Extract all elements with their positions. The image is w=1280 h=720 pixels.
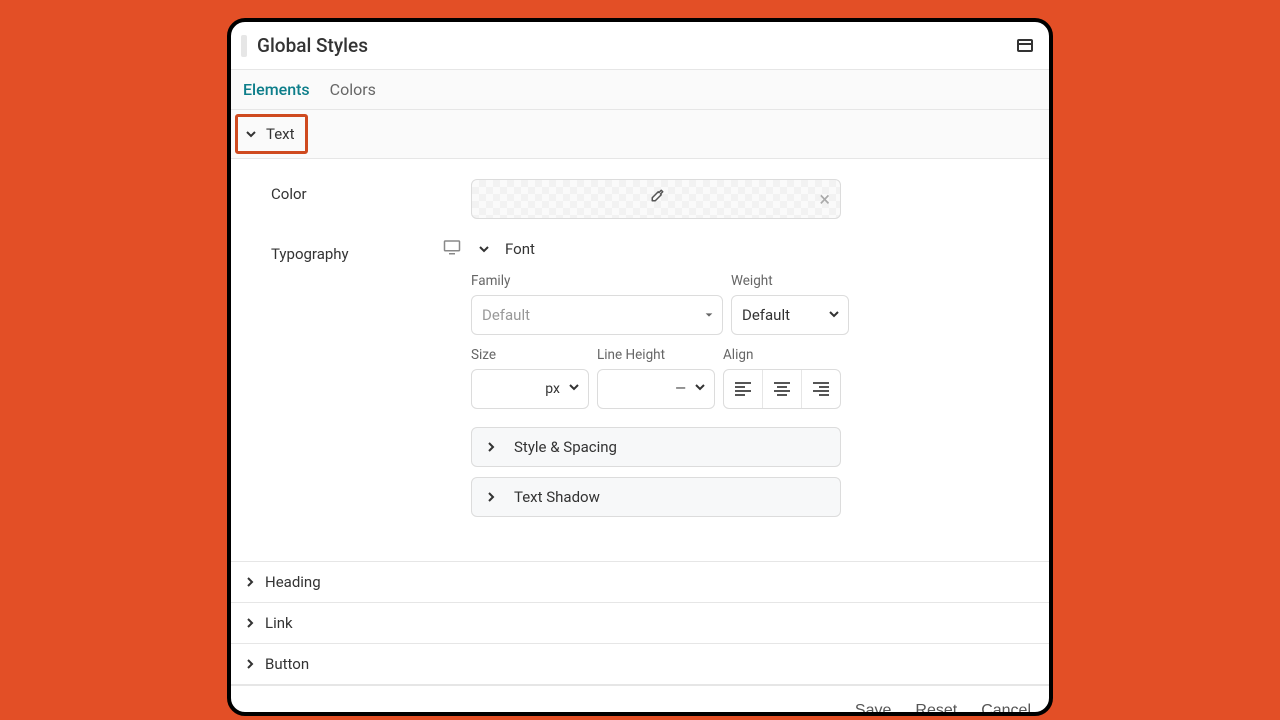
desktop-icon[interactable]	[443, 239, 461, 259]
chevron-down-icon	[828, 306, 840, 324]
save-button[interactable]: Save	[855, 702, 891, 716]
align-center-button[interactable]	[763, 370, 802, 408]
color-label: Color	[271, 179, 471, 219]
text-shadow-label: Text Shadow	[514, 488, 600, 506]
chevron-down-icon	[244, 127, 258, 141]
align-label: Align	[723, 347, 841, 363]
align-left-button[interactable]	[724, 370, 763, 408]
weight-select[interactable]: Default	[731, 295, 849, 335]
chevron-down-icon	[477, 242, 491, 256]
modal-title: Global Styles	[257, 34, 1017, 57]
section-text-label: Text	[266, 125, 295, 143]
section-button-label: Button	[265, 655, 309, 673]
tabs: Elements Colors	[231, 70, 1049, 110]
size-input[interactable]: px	[471, 369, 589, 409]
text-shadow-section[interactable]: Text Shadow	[471, 477, 841, 517]
section-link-label: Link	[265, 614, 293, 632]
tab-colors[interactable]: Colors	[330, 80, 376, 99]
size-label: Size	[471, 347, 589, 363]
color-swatch[interactable]: ×	[471, 179, 841, 219]
chevron-right-icon	[243, 575, 257, 589]
section-heading-label: Heading	[265, 573, 321, 591]
tab-elements[interactable]: Elements	[243, 80, 310, 99]
align-group	[723, 369, 841, 409]
weight-label: Weight	[731, 273, 849, 289]
family-value: Default	[482, 306, 530, 324]
chevron-right-icon	[484, 490, 498, 504]
modal-header: Global Styles	[231, 22, 1049, 70]
chevron-down-icon	[568, 381, 580, 397]
line-height-label: Line Height	[597, 347, 715, 363]
font-toggle-label: Font	[505, 240, 535, 258]
section-text[interactable]: Text	[231, 110, 1049, 159]
eyedropper-icon	[647, 188, 665, 210]
reset-button[interactable]: Reset	[915, 702, 957, 716]
chevron-right-icon	[243, 616, 257, 630]
family-label: Family	[471, 273, 723, 289]
window-icon[interactable]	[1017, 39, 1033, 52]
close-icon[interactable]: ×	[819, 187, 830, 211]
drag-handle[interactable]	[241, 35, 247, 57]
chevron-right-icon	[484, 440, 498, 454]
modal-footer: Save Reset Cancel	[231, 685, 1049, 716]
cancel-button[interactable]: Cancel	[981, 702, 1031, 716]
line-height-select[interactable]: —	[597, 369, 715, 409]
section-link[interactable]: Link	[231, 603, 1049, 644]
style-spacing-section[interactable]: Style & Spacing	[471, 427, 841, 467]
section-heading[interactable]: Heading	[231, 561, 1049, 603]
caret-down-icon	[704, 306, 714, 324]
chevron-right-icon	[243, 657, 257, 671]
chevron-down-icon	[694, 381, 706, 397]
style-spacing-label: Style & Spacing	[514, 438, 617, 456]
weight-value: Default	[742, 306, 790, 324]
align-right-button[interactable]	[802, 370, 840, 408]
typography-label: Typography	[271, 239, 471, 517]
line-height-value: —	[675, 381, 686, 397]
section-button[interactable]: Button	[231, 644, 1049, 685]
size-unit: px	[545, 381, 560, 397]
family-select[interactable]: Default	[471, 295, 723, 335]
font-section-toggle[interactable]: Font	[477, 240, 535, 258]
text-panel: Color × Typography	[231, 159, 1049, 561]
global-styles-modal: Global Styles Elements Colors Text Color…	[227, 18, 1053, 716]
